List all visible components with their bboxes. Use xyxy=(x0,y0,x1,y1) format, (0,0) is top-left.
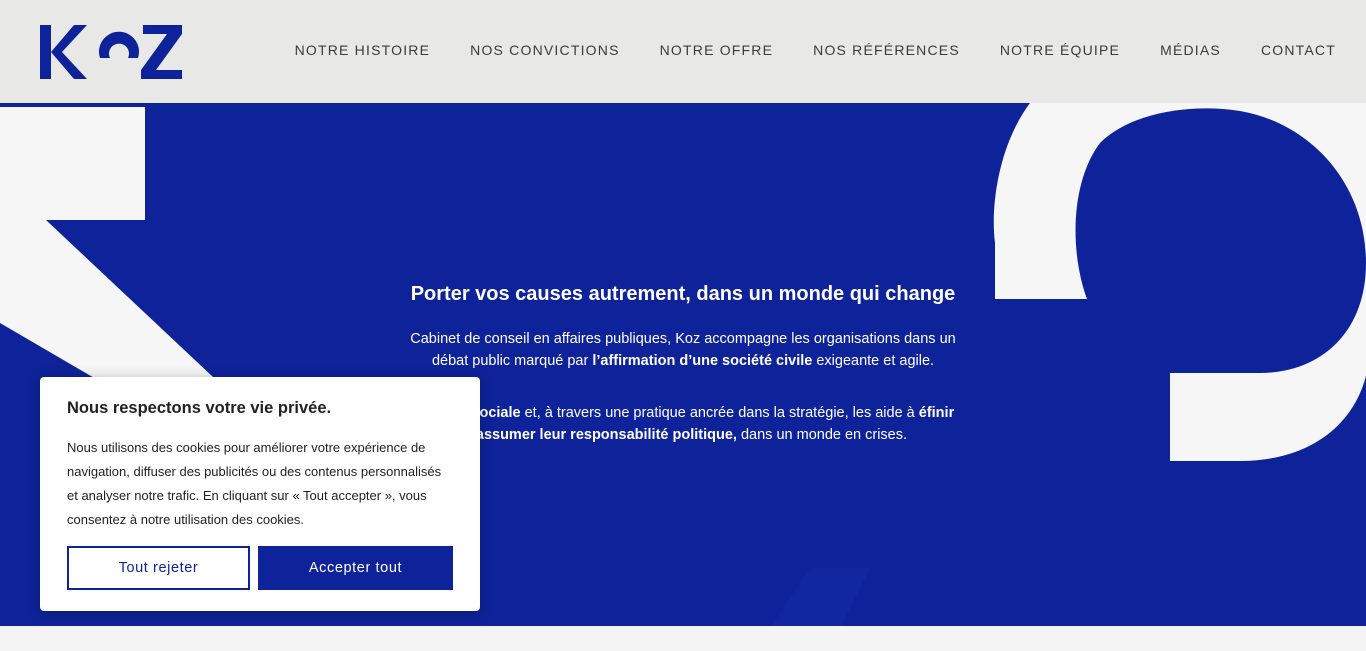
hero-bold-span: l’affirmation d’une société civile xyxy=(592,353,813,369)
nav-nos-references[interactable]: NOS RÉFÉRENCES xyxy=(813,42,960,58)
main-nav: NOTRE HISTOIRE NOS CONVICTIONS NOTRE OFF… xyxy=(255,42,1336,58)
hero-text: Porter vos causes autrement, dans un mon… xyxy=(405,283,961,476)
page-bottom-strip xyxy=(0,626,1366,651)
hero-paragraph-2: ur utilité sociale et, à travers une pra… xyxy=(405,402,961,446)
koz-logo[interactable] xyxy=(40,22,182,80)
hero-text-span: dans un monde en crises. xyxy=(736,427,908,443)
nav-medias[interactable]: MÉDIAS xyxy=(1160,42,1221,58)
hero-text-span: et, à travers une pratique ancrée dans l… xyxy=(520,405,919,421)
hero-paragraph-1: Cabinet de conseil en affaires publiques… xyxy=(405,328,961,372)
nav-contact[interactable]: CONTACT xyxy=(1261,42,1336,58)
cookie-actions: Tout rejeter Accepter tout xyxy=(67,546,453,590)
accept-all-button[interactable]: Accepter tout xyxy=(258,546,453,590)
hero-text-span: exigeante et agile. xyxy=(812,353,935,369)
nav-nos-convictions[interactable]: NOS CONVICTIONS xyxy=(470,42,619,58)
reject-all-button[interactable]: Tout rejeter xyxy=(67,546,250,590)
hero-title: Porter vos causes autrement, dans un mon… xyxy=(410,283,956,305)
decorative-o-shape xyxy=(993,103,1366,461)
cookie-title: Nous respectons votre vie privée. xyxy=(67,399,332,417)
decorative-bottom-shape xyxy=(771,568,870,626)
nav-notre-equipe[interactable]: NOTRE ÉQUIPE xyxy=(1000,42,1120,58)
cookie-description: Nous utilisons des cookies pour améliore… xyxy=(67,440,442,527)
site-header: NOTRE HISTOIRE NOS CONVICTIONS NOTRE OFF… xyxy=(0,0,1366,103)
cookie-consent-banner: Nous respectons votre vie privée. Nous u… xyxy=(40,377,480,611)
nav-notre-offre[interactable]: NOTRE OFFRE xyxy=(660,42,774,58)
nav-notre-histoire[interactable]: NOTRE HISTOIRE xyxy=(295,42,431,58)
